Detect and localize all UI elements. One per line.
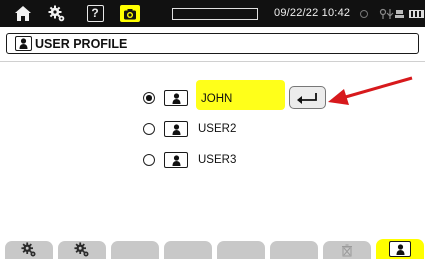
home-icon[interactable]	[12, 0, 34, 27]
gear-icon[interactable]	[46, 0, 68, 27]
status-bar: ? 09/22/22 10:42	[0, 0, 425, 27]
tab-settings-2[interactable]	[58, 241, 106, 259]
profile-name: USER2	[198, 123, 237, 135]
page-title: USER PROFILE	[35, 37, 128, 51]
user-icon	[164, 90, 188, 106]
tab-user-profile[interactable]	[376, 239, 424, 259]
tab-empty-4	[164, 241, 212, 259]
title-divider	[0, 61, 425, 62]
user-icon	[389, 241, 411, 257]
help-icon[interactable]: ?	[84, 0, 106, 27]
tab-settings-1[interactable]	[5, 241, 53, 259]
gear-settings-icon	[21, 242, 36, 257]
profile-name: JOHN	[201, 93, 233, 105]
usb-icon	[375, 0, 409, 27]
tab-empty-5	[217, 241, 265, 259]
radio-unselected[interactable]	[143, 123, 155, 135]
help-label: ?	[86, 5, 104, 22]
enter-arrow-icon	[296, 92, 317, 104]
tab-delete[interactable]	[323, 241, 371, 259]
battery-icon	[408, 0, 425, 27]
user-icon	[164, 121, 188, 137]
enter-button[interactable]	[289, 86, 326, 109]
profile-name: USER3	[198, 154, 237, 166]
datetime-display: 09/22/22 10:42	[274, 7, 351, 19]
camera-icon[interactable]	[118, 0, 142, 27]
tab-empty-3	[111, 241, 159, 259]
gear-settings-icon	[74, 242, 89, 257]
progress-bar	[172, 8, 258, 20]
user-icon	[15, 36, 32, 51]
radio-selected[interactable]	[143, 92, 155, 104]
record-indicator-icon	[357, 0, 371, 27]
radio-unselected[interactable]	[143, 154, 155, 166]
arrow-pointer-icon	[328, 76, 413, 105]
user-icon	[164, 152, 188, 168]
tab-bar	[0, 237, 425, 259]
tab-empty-6	[270, 241, 318, 259]
trash-icon	[342, 244, 352, 256]
